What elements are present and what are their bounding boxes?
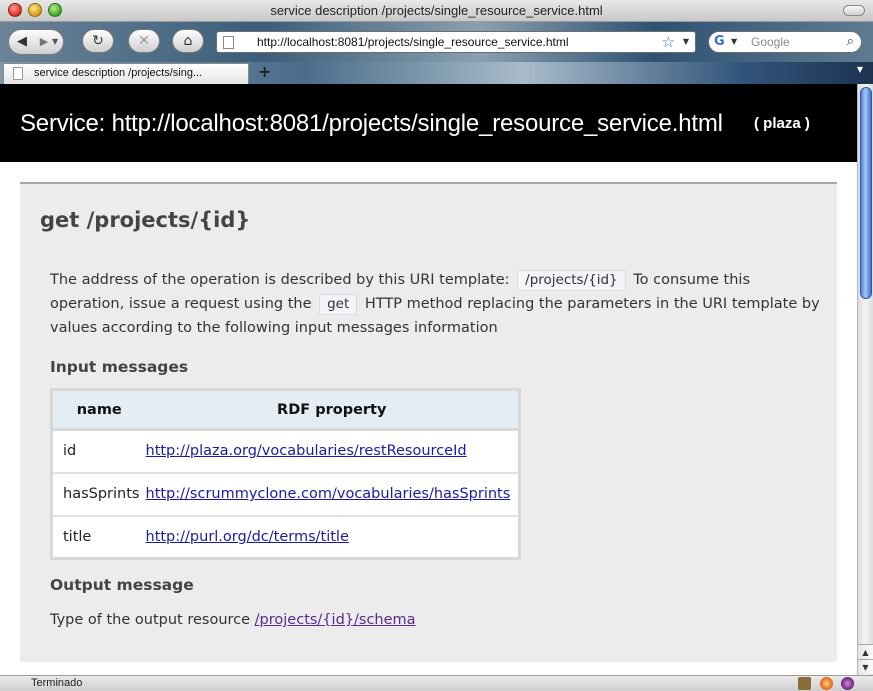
toolbar-toggle-button[interactable] [843, 5, 865, 16]
tab-list-icon[interactable]: ▼ [853, 65, 867, 79]
output-message-line: Type of the output resource /projects/{i… [50, 612, 416, 628]
google-engine-icon[interactable]: G [714, 34, 730, 50]
scroll-down-button[interactable]: ▼ [858, 659, 873, 674]
window-titlebar: service description /projects/single_res… [0, 0, 873, 22]
table-row: hasSprints http://scrummyclone.com/vocab… [51, 471, 520, 516]
forward-button[interactable]: ▶ [37, 31, 51, 53]
search-input[interactable]: Google [751, 35, 790, 49]
back-arrow-icon: ◀ [17, 34, 27, 49]
search-box[interactable]: G ▼ Google ⌕ [708, 31, 862, 53]
output-schema-link[interactable]: /projects/{id}/schema [255, 612, 416, 628]
scroll-up-button[interactable]: ▲ [858, 644, 873, 659]
page-icon [223, 36, 234, 49]
tab-service-description[interactable]: service description /projects/sing... [3, 63, 249, 84]
output-type-text: Type of the output resource [50, 612, 251, 628]
table-row: id http://plaza.org/vocabularies/restRes… [51, 428, 520, 473]
firebug-icon[interactable] [820, 677, 833, 690]
rdf-property-cell: http://purl.org/dc/terms/title [145, 514, 520, 559]
operation-box: get /projects/{id} The address of the op… [20, 182, 837, 662]
http-method-code: get [319, 294, 358, 315]
status-bar: Terminado [0, 675, 873, 691]
table-header-row: name RDF property [51, 389, 520, 431]
param-name: hasSprints [51, 471, 146, 516]
column-header-rdf-property: RDF property [145, 389, 520, 431]
back-forward-group: ◀ ▶ ▼ [8, 29, 64, 55]
history-dropdown-button[interactable]: ▼ [52, 31, 62, 53]
description-text: The address of the operation is describe… [50, 272, 510, 288]
tab-label: service description /projects/sing... [34, 67, 203, 79]
rdf-property-link[interactable]: http://purl.org/dc/terms/title [146, 529, 349, 545]
home-icon: ⌂ [183, 33, 193, 49]
output-message-heading: Output message [50, 576, 194, 594]
uri-template-code: /projects/{id} [517, 270, 626, 291]
new-tab-button[interactable]: + [258, 62, 271, 81]
page-viewport: Service: http://localhost:8081/projects/… [0, 84, 857, 675]
rdf-property-cell: http://plaza.org/vocabularies/restResour… [145, 428, 520, 473]
param-name: title [51, 514, 146, 559]
navigation-toolbar: ◀ ▶ ▼ ↻ ✕ ⌂ http://localhost:8081/projec… [0, 22, 873, 62]
back-button[interactable]: ◀ [10, 31, 34, 53]
column-header-name: name [51, 389, 146, 431]
service-title: Service: http://localhost:8081/projects/… [20, 110, 723, 137]
stop-icon: ✕ [138, 33, 150, 49]
table-row: title http://purl.org/dc/terms/title [51, 514, 520, 559]
rdf-property-cell: http://scrummyclone.com/vocabularies/has… [145, 471, 520, 516]
plaza-badge: ( plaza ) [754, 115, 810, 132]
param-name: id [51, 428, 146, 473]
scrollbar-thumb[interactable] [860, 87, 872, 299]
url-dropdown-icon[interactable]: ▼ [683, 37, 689, 46]
operation-title: get /projects/{id} [40, 208, 251, 232]
bookmark-star-icon[interactable]: ☆ [662, 33, 675, 51]
status-text: Terminado [31, 677, 83, 689]
engine-dropdown-icon[interactable]: ▼ [731, 37, 737, 46]
input-messages-table: name RDF property id http://plaza.org/vo… [50, 388, 521, 560]
addon-status-icon[interactable] [841, 677, 854, 690]
vertical-scrollbar[interactable]: ▲ ▼ [857, 84, 873, 675]
window-title: service description /projects/single_res… [270, 3, 603, 18]
url-text[interactable]: http://localhost:8081/projects/single_re… [257, 35, 569, 49]
search-icon[interactable]: ⌕ [847, 34, 854, 49]
operation-description: The address of the operation is describe… [50, 268, 820, 340]
tab-bar: service description /projects/sing... + … [0, 62, 873, 84]
input-messages-heading: Input messages [50, 358, 189, 376]
chevron-down-icon: ▼ [52, 37, 59, 46]
rdf-property-link[interactable]: http://plaza.org/vocabularies/restResour… [146, 443, 467, 459]
reload-button[interactable]: ↻ [82, 29, 114, 53]
service-header: Service: http://localhost:8081/projects/… [0, 84, 857, 162]
home-button[interactable]: ⌂ [172, 29, 204, 53]
addon-tool-icon[interactable] [798, 677, 811, 690]
rdf-property-link[interactable]: http://scrummyclone.com/vocabularies/has… [146, 486, 511, 502]
forward-arrow-icon: ▶ [39, 35, 49, 48]
reload-icon: ↻ [92, 33, 104, 49]
page-icon [13, 67, 23, 80]
url-bar[interactable]: http://localhost:8081/projects/single_re… [216, 31, 696, 53]
stop-button[interactable]: ✕ [128, 29, 160, 53]
